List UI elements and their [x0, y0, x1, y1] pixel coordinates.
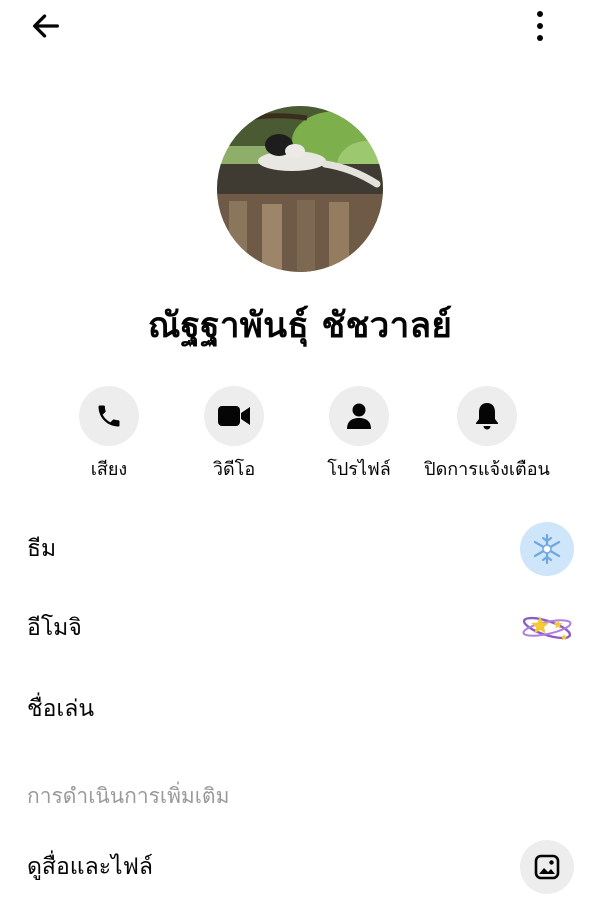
- mute-button[interactable]: [457, 386, 517, 446]
- snowflake-theme-icon: [520, 522, 574, 576]
- voice-call-button[interactable]: [79, 386, 139, 446]
- profile-label: โปรไฟล์: [327, 459, 391, 480]
- voice-call-label: เสียง: [90, 459, 128, 480]
- media-files-row[interactable]: ดูสื่อและไฟล์: [0, 832, 600, 902]
- profile-button[interactable]: [329, 386, 389, 446]
- nickname-label: ชื่อเล่น: [27, 696, 95, 722]
- photo-media-icon: [520, 840, 574, 894]
- bell-icon: [476, 403, 498, 430]
- emoji-label: อีโมจิ: [27, 615, 82, 641]
- more-vertical-icon: [537, 11, 543, 41]
- video-call-button[interactable]: [204, 386, 264, 446]
- nickname-row[interactable]: ชื่อเล่น: [0, 674, 600, 744]
- theme-row[interactable]: ธีม: [0, 514, 600, 584]
- video-call-label: วิดีโอ: [212, 459, 256, 480]
- mute-action[interactable]: ปิดการแจ้งเตือน: [412, 386, 562, 483]
- emoji-row[interactable]: อีโมจิ: [0, 593, 600, 663]
- mute-label: ปิดการแจ้งเตือน: [424, 459, 550, 480]
- sparkle-stars-emoji-icon: [520, 601, 574, 655]
- person-icon: [347, 403, 371, 429]
- arrow-left-icon: [33, 14, 59, 38]
- phone-icon: [98, 405, 120, 427]
- top-bar: [0, 0, 600, 52]
- avatar-photo: [217, 106, 383, 272]
- back-button[interactable]: [26, 8, 66, 44]
- video-camera-icon: [218, 406, 250, 426]
- more-actions-heading: การดำเนินการเพิ่มเติม: [27, 784, 230, 808]
- quick-actions: เสียง วิดีโอ โปรไฟล์ ปิดการแจ้งเตือน: [0, 386, 600, 486]
- profile-avatar[interactable]: [217, 106, 383, 272]
- profile-name: ณัฐฐาพันธุ์ ชัชวาลย์: [147, 306, 453, 346]
- media-files-label: ดูสื่อและไฟล์: [27, 854, 154, 880]
- theme-label: ธีม: [27, 536, 57, 562]
- more-options-button[interactable]: [520, 6, 560, 46]
